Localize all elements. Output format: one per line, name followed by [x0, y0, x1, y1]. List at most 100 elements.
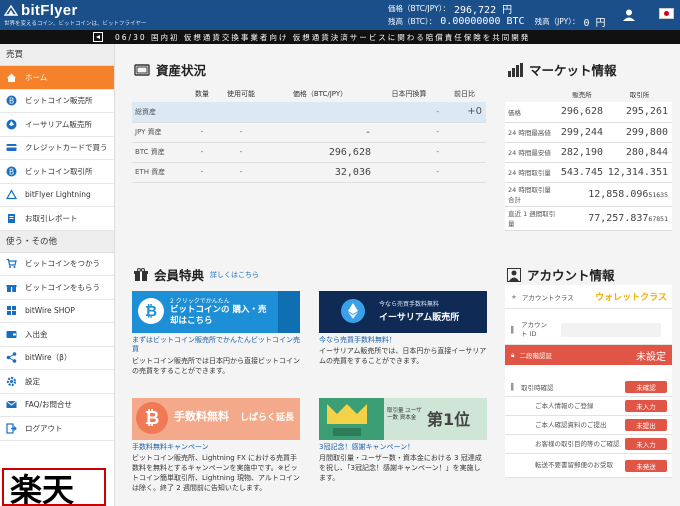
lock-icon: 🔒︎ — [511, 350, 515, 359]
sidebar-item-items1-1[interactable]: B ビットコイン販売所 — [0, 90, 114, 113]
rakuten-ad-text: 楽天 — [10, 471, 75, 506]
benefit-card-bitcoin-retail[interactable]: ₿ 2 クリックでかんたん ビットコインの 購入・売却はこちら まずはビットコイ… — [132, 291, 300, 376]
verification-step-status-badge[interactable]: 未発送 — [625, 459, 667, 472]
banner-fee-free[interactable]: ₿ 手数料無料 しばらく延長 — [132, 398, 300, 440]
wallet-icon — [6, 329, 17, 340]
assets-cell: - — [217, 142, 265, 163]
sidebar-item-label: bitWire（β） — [25, 353, 72, 363]
assets-cell — [187, 102, 217, 123]
benefit-card-triple-crown[interactable]: 取引量 ユーザー数 資本金 第1位 3冠記念！感謝キャンペーン！ 月間取引量・ユ… — [319, 398, 487, 484]
assets-cell: ETH 資産 — [132, 162, 187, 183]
market-cell: 280,844 — [607, 142, 672, 163]
sidebar-item-items1-4[interactable]: B ビットコイン取引所 — [0, 160, 114, 184]
verification-step-row: お客様の取引目的等のご確認 未入力 — [505, 435, 672, 454]
verification-step-status-badge[interactable]: 未入力 — [625, 400, 667, 412]
sidebar-item-items1-0[interactable]: ホーム — [0, 66, 114, 90]
verification-step-status-badge[interactable]: 未提出 — [625, 419, 667, 431]
assets-cell — [217, 102, 265, 123]
sidebar-item-label: ホーム — [25, 72, 48, 82]
ticker-text[interactable]: 06/30 国内初 仮想通貨交換事業者向け 仮想通貨決済サービスに関わる賠償責任… — [115, 32, 530, 43]
sidebar-item-items1-5[interactable]: bitFlyer Lightning — [0, 184, 114, 207]
sidebar-item-label: ビットコインをもらう — [25, 282, 100, 292]
banner-sub-text: しばらく延長 — [240, 413, 295, 423]
sidebar-item-items1-6[interactable]: お取引レポート — [0, 207, 114, 231]
assets-cell: JPY 資産 — [132, 122, 187, 143]
share-icon — [6, 352, 17, 364]
card-title[interactable]: 3冠記念！感謝キャンペーン！ — [319, 443, 487, 452]
banner-bitcoin-retail[interactable]: ₿ 2 クリックでかんたん ビットコインの 購入・売却はこちら — [132, 291, 300, 333]
sidebar: 売買 ホーム B ビットコイン販売所 イーサリアム販売所 クレジットカードで買う B ビット… — [0, 44, 115, 506]
account-title: アカウント情報 — [507, 265, 615, 284]
account-id-label: アカウント ID — [521, 321, 547, 338]
ticker-prev-button[interactable] — [93, 32, 103, 42]
rakuten-ad-banner[interactable]: 楽天 — [2, 468, 106, 506]
assets-header-1: 数量 — [195, 90, 209, 98]
verification-step-status-badge[interactable]: 未入力 — [625, 438, 667, 450]
banner-main-text: 手数料無料 — [174, 410, 229, 423]
sidebar-section-trade: 売買 — [0, 44, 114, 66]
market-cell: 24 時間取引量 — [505, 162, 557, 183]
market-week-label: 直近 1 週間取引量 — [505, 206, 557, 231]
logout-icon — [6, 423, 17, 434]
sidebar-item-items1-3[interactable]: クレジットカードで買う — [0, 137, 114, 160]
assets-cell: 32,036 — [265, 162, 375, 183]
sidebar-item-items2-7[interactable]: ログアウト — [0, 417, 114, 441]
table-row: JPY 資産 - - - - — [132, 122, 486, 143]
assets-cell: - — [187, 142, 217, 163]
benefit-card-fee-free[interactable]: ₿ 手数料無料 しばらく延長 手数料無料キャンペーン ビットコイン販売所、Lig… — [132, 398, 300, 494]
btc-balance-value: 0.00000000 BTC — [440, 16, 525, 27]
card-body: 月間取引量・ユーザー数・資本金における 3 冠達成を祝し、「3冠記念！感謝キャン… — [319, 454, 482, 483]
sidebar-item-items1-2[interactable]: イーサリアム販売所 — [0, 113, 114, 137]
verification-step-label: お客様の取引目的等のご確認 — [535, 439, 620, 448]
account-id-value-redacted — [561, 322, 661, 337]
bitcoin-coin-icon: ₿ — [136, 402, 168, 434]
credit-card-icon — [6, 142, 17, 153]
sidebar-item-items2-6[interactable]: FAQ/お問合せ — [0, 394, 114, 417]
assets-header-3: 価格（BTC/JPY） — [292, 90, 348, 98]
market-header-retail: 販売所 — [557, 86, 607, 102]
sidebar-item-items2-0[interactable]: ビットコインをつかう — [0, 253, 114, 276]
market-cell: 295,261 — [607, 102, 672, 123]
verification-step-row: ご本人情報のご登録 未入力 — [505, 397, 672, 416]
sidebar-item-items2-2[interactable]: bitWire SHOP — [0, 300, 114, 323]
market-cell: 299,244 — [557, 122, 607, 143]
sidebar-item-items2-1[interactable]: ビットコインをもらう — [0, 276, 114, 300]
two-factor-row[interactable]: 🔒︎ 二段階認証 未設定 — [505, 345, 672, 365]
ethereum-coin-icon — [341, 299, 365, 323]
card-title[interactable]: 手数料無料キャンペーン — [132, 443, 300, 452]
banner-main-text: イーサリアム販売所 — [379, 313, 460, 323]
assets-cell: - — [375, 162, 443, 183]
banner-ethereum-retail[interactable]: 今なら売買手数料無料 イーサリアム販売所 — [319, 291, 487, 333]
price-label: 価格（BTC/JPY）： — [388, 4, 450, 13]
sidebar-item-items2-5[interactable]: 設定 — [0, 370, 114, 394]
logo-text: bitFlyer — [21, 2, 78, 19]
benefits-details-link[interactable]: 詳しくはこちら — [210, 270, 259, 280]
account-title-text: アカウント情報 — [527, 268, 615, 283]
japan-flag-icon[interactable] — [659, 8, 674, 19]
user-icon[interactable] — [622, 8, 636, 22]
assets-title: 資産状況 — [134, 60, 206, 79]
assets-cell: - — [265, 122, 375, 143]
confirm-status-badge[interactable]: 未確認 — [625, 380, 667, 393]
tagline: 世界を変えるコイン、ビットコインは、ビットフライヤー — [4, 21, 147, 27]
table-row: 24 時間最安値 282,190 280,844 — [505, 142, 672, 163]
market-cell: 24 時間最高値 — [505, 122, 557, 143]
banner-small-text: 2 クリックでかんたん — [170, 298, 230, 305]
assets-cell: - — [375, 142, 443, 163]
lightning-icon — [6, 189, 17, 200]
assets-cell — [443, 122, 486, 143]
card-title[interactable]: 今なら売買手数料無料！ — [319, 336, 487, 345]
logo[interactable]: bitFlyer — [3, 2, 78, 19]
sidebar-item-items2-3[interactable]: 入出金 — [0, 323, 114, 347]
banner-stripe — [278, 291, 300, 333]
market-title-text: マーケット情報 — [529, 63, 617, 78]
sidebar-item-label: クレジットカードで買う — [25, 143, 108, 153]
card-body: イーサリアム販売所では、日本円から直接イーサリアムの売買をすることができます。 — [319, 347, 487, 366]
two-factor-value: 未設定 — [636, 351, 666, 363]
assets-cell: +0 — [443, 102, 486, 123]
card-title[interactable]: まずはビットコイン販売所でかんたんビットコイン売買 — [132, 336, 300, 355]
benefit-card-ethereum-retail[interactable]: 今なら売買手数料無料 イーサリアム販売所 今なら売買手数料無料！ イーサリアム販… — [319, 291, 487, 367]
banner-triple-crown[interactable]: 取引量 ユーザー数 資本金 第1位 — [319, 398, 487, 440]
bitcoin-icon: B — [6, 95, 17, 106]
sidebar-item-items2-4[interactable]: bitWire（β） — [0, 347, 114, 370]
